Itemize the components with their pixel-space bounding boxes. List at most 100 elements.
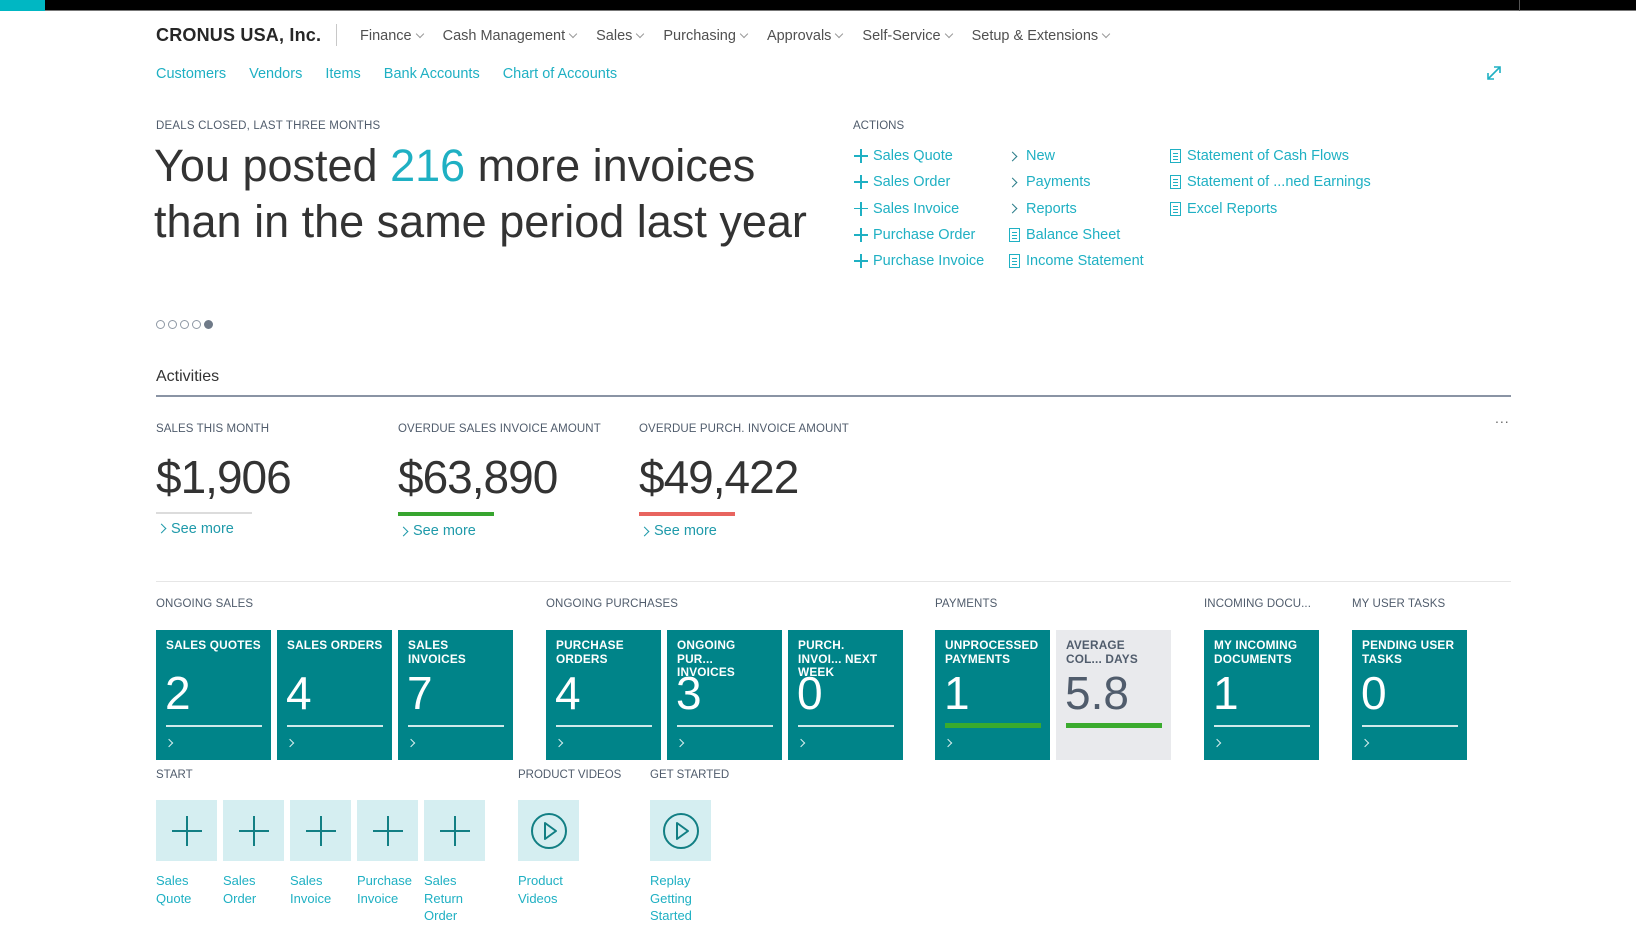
- tile-unprocessed-payments[interactable]: UNPROCESSED PAYMENTS 1: [935, 630, 1050, 760]
- kpi-value[interactable]: $63,890: [398, 450, 601, 504]
- action-sales-invoice[interactable]: Sales Invoice: [853, 196, 984, 222]
- plus-icon: [854, 254, 868, 269]
- get-started-button[interactable]: [650, 800, 711, 861]
- chevron-right-icon: [164, 738, 174, 748]
- expand-icon[interactable]: [1485, 64, 1503, 82]
- tile-purchase-orders[interactable]: PURCHASE ORDERS 4: [546, 630, 661, 760]
- tile-value: 4: [286, 667, 312, 719]
- tile-my-incoming-documents[interactable]: MY INCOMING DOCUMENTS 1: [1204, 630, 1319, 760]
- start-purchase-invoice-button[interactable]: [357, 800, 418, 861]
- nav-self-service[interactable]: Self-Service: [862, 28, 953, 44]
- plus-icon: [854, 149, 868, 164]
- action-label: Income Statement: [1026, 253, 1144, 270]
- more-options-button[interactable]: ...: [1495, 410, 1510, 426]
- nav-cash-management[interactable]: Cash Management: [443, 28, 578, 44]
- group-label-my-user-tasks: MY USER TASKS: [1352, 598, 1446, 610]
- link-bank-accounts[interactable]: Bank Accounts: [384, 66, 480, 82]
- see-more-link[interactable]: See more: [398, 523, 601, 539]
- start-item-label[interactable]: Purchase Invoice: [357, 872, 412, 907]
- tile-value: 7: [407, 667, 433, 719]
- start-sales-invoice-button[interactable]: [290, 800, 351, 861]
- tile-average-collection-days[interactable]: AVERAGE COL... DAYS 5.8: [1056, 630, 1171, 760]
- action-new[interactable]: New: [1006, 143, 1144, 169]
- section-divider: [156, 581, 1511, 582]
- tile-label: PURCHASE ORDERS: [556, 638, 624, 666]
- action-income-statement[interactable]: Income Statement: [1006, 248, 1144, 274]
- start-sales-return-order-button[interactable]: [424, 800, 485, 861]
- start-item-label[interactable]: Sales Quote: [156, 872, 218, 907]
- action-purchase-order[interactable]: Purchase Order: [853, 222, 984, 248]
- start-label: START: [156, 769, 193, 781]
- link-vendors[interactable]: Vendors: [249, 66, 302, 82]
- action-label: Sales Order: [873, 174, 951, 191]
- chevron-down-icon: [636, 29, 645, 39]
- start-item-label[interactable]: Sales Invoice: [290, 872, 340, 907]
- tile-sales-orders[interactable]: SALES ORDERS 4: [277, 630, 392, 760]
- quick-links: Customers Vendors Items Bank Accounts Ch…: [156, 66, 640, 82]
- action-sales-quote[interactable]: Sales Quote: [853, 143, 984, 169]
- nav-sales[interactable]: Sales: [596, 28, 645, 44]
- plus-icon: [854, 175, 868, 190]
- start-sales-quote-button[interactable]: [156, 800, 217, 861]
- kpi-value[interactable]: $1,906: [156, 450, 292, 504]
- nav-finance[interactable]: Finance: [360, 28, 424, 44]
- link-customers[interactable]: Customers: [156, 66, 226, 82]
- app-launcher-button[interactable]: [0, 0, 45, 11]
- get-started-item-label[interactable]: Replay Getting Started: [650, 872, 705, 925]
- kpi-label: OVERDUE SALES INVOICE AMOUNT: [398, 423, 601, 435]
- kpi-value[interactable]: $49,422: [639, 450, 849, 504]
- tile-status-bar: [945, 723, 1041, 728]
- see-more-label: See more: [413, 523, 476, 539]
- headline-highlight: 216: [390, 140, 466, 191]
- product-videos-button[interactable]: [518, 800, 579, 861]
- action-statement-retained-earnings[interactable]: Statement of ...ned Earnings: [1167, 169, 1371, 195]
- nav-setup-extensions[interactable]: Setup & Extensions: [972, 28, 1111, 44]
- tile-sales-quotes[interactable]: SALES QUOTES 2: [156, 630, 271, 760]
- chevron-right-icon: [1360, 738, 1370, 748]
- tile-divider: [677, 725, 773, 727]
- link-items[interactable]: Items: [325, 66, 360, 82]
- tile-ongoing-purchase-invoices[interactable]: ONGOING PUR... INVOICES 3: [667, 630, 782, 760]
- chevron-right-icon: [398, 526, 409, 536]
- top-bar: [0, 0, 1636, 11]
- see-more-link[interactable]: See more: [639, 523, 849, 539]
- pager-dot[interactable]: [192, 320, 201, 329]
- see-more-link[interactable]: See more: [156, 521, 291, 537]
- pager-dot[interactable]: [168, 320, 177, 329]
- action-reports[interactable]: Reports: [1006, 196, 1144, 222]
- start-item-label[interactable]: Sales Order: [223, 872, 273, 907]
- tile-sales-invoices[interactable]: SALES INVOICES 7: [398, 630, 513, 760]
- nav-approvals[interactable]: Approvals: [766, 28, 844, 44]
- action-sales-order[interactable]: Sales Order: [853, 169, 984, 195]
- tile-divider: [1362, 725, 1458, 727]
- main-navigation: Finance Cash Management Sales Purchasing…: [360, 28, 1129, 44]
- pager-dot[interactable]: [156, 320, 165, 329]
- headline-text-before: You posted: [154, 140, 391, 191]
- action-purchase-invoice[interactable]: Purchase Invoice: [853, 248, 984, 274]
- plus-icon: [305, 815, 336, 846]
- nav-label: Approvals: [766, 28, 832, 44]
- tile-pending-user-tasks[interactable]: PENDING USER TASKS 0: [1352, 630, 1467, 760]
- action-excel-reports[interactable]: Excel Reports: [1167, 196, 1371, 222]
- company-name[interactable]: CRONUS USA, Inc.: [156, 25, 321, 46]
- chevron-right-icon: [1212, 738, 1222, 748]
- get-started-label: GET STARTED: [650, 769, 730, 781]
- tile-value: 0: [1361, 667, 1387, 719]
- start-sales-order-button[interactable]: [223, 800, 284, 861]
- action-balance-sheet[interactable]: Balance Sheet: [1006, 222, 1144, 248]
- top-bar-divider: [1519, 0, 1520, 11]
- tile-purch-invoices-next-week[interactable]: PURCH. INVOI... NEXT WEEK 0: [788, 630, 903, 760]
- action-payments[interactable]: Payments: [1006, 169, 1144, 195]
- kpi-overdue-purch-invoice: OVERDUE PURCH. INVOICE AMOUNT $49,422 Se…: [639, 423, 849, 539]
- tile-value: 2: [165, 667, 191, 719]
- start-item-label[interactable]: Sales Return Order: [424, 872, 469, 925]
- actions-column-new: Sales Quote Sales Order Sales Invoice Pu…: [853, 143, 984, 274]
- link-chart-of-accounts[interactable]: Chart of Accounts: [503, 66, 617, 82]
- pager-dot-active[interactable]: [204, 320, 213, 329]
- tile-label: SALES INVOICES: [408, 638, 466, 666]
- play-icon: [530, 812, 567, 849]
- action-statement-cash-flows[interactable]: Statement of Cash Flows: [1167, 143, 1371, 169]
- nav-purchasing[interactable]: Purchasing: [663, 28, 749, 44]
- product-videos-item-label[interactable]: Product Videos: [518, 872, 573, 907]
- pager-dot[interactable]: [180, 320, 189, 329]
